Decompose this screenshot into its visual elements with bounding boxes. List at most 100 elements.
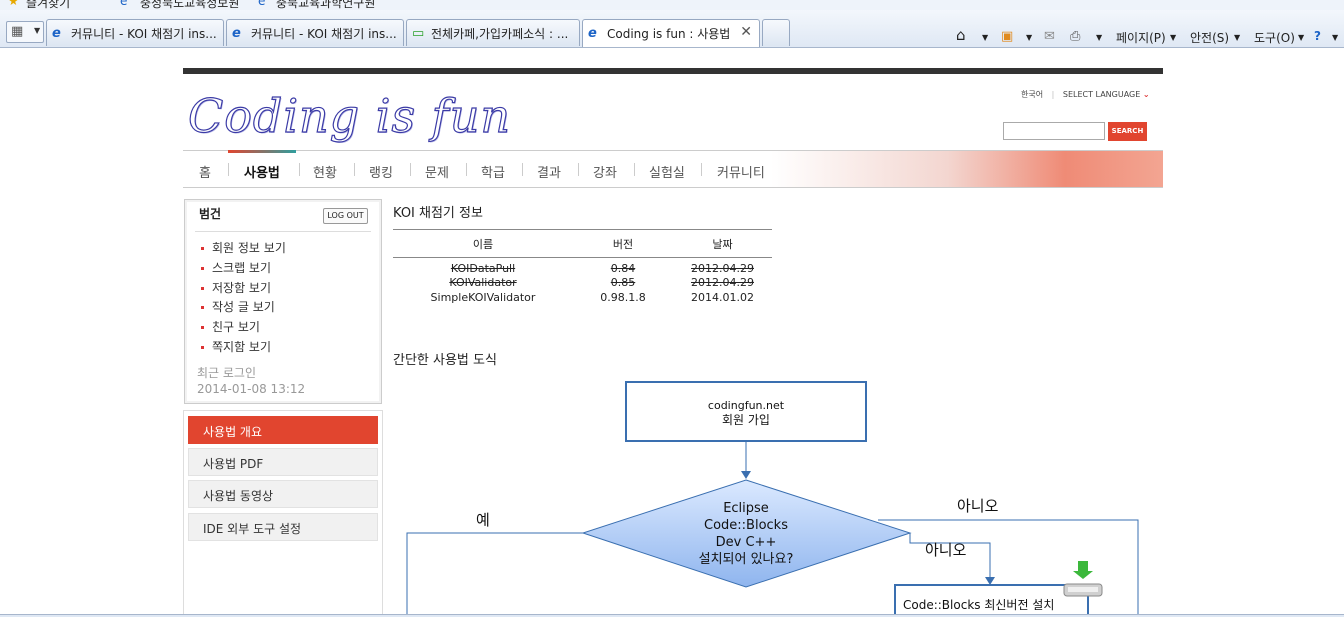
favorites-label[interactable]: 즐겨찾기: [26, 0, 70, 10]
nav-item-community[interactable]: 커뮤니티: [717, 162, 765, 181]
nav-item-results[interactable]: 결과: [537, 162, 561, 181]
nav-item-home[interactable]: 홈: [199, 162, 211, 181]
tool-version: 0.98.1.8: [600, 291, 646, 304]
bullet-icon: [201, 326, 204, 329]
site-logo[interactable]: Coding is fun: [187, 88, 511, 143]
side-menu-item-video[interactable]: 사용법 동영상: [188, 480, 378, 508]
close-tab-icon[interactable]: ✕: [740, 24, 752, 40]
saved-link[interactable]: 저장함 보기: [201, 279, 271, 296]
chevron-down-icon[interactable]: ▼: [982, 33, 988, 42]
decision-line: Eclipse: [723, 501, 769, 516]
search-input[interactable]: [1003, 122, 1105, 140]
search-button[interactable]: SEARCH: [1108, 122, 1147, 141]
browser-tab-bar: ▦ ▼ e 커뮤니티 - KOI 채점기 ins... e 커뮤니티 - KOI…: [0, 10, 1344, 48]
chevron-down-icon[interactable]: ▼: [1026, 33, 1032, 42]
bullet-icon: [201, 247, 204, 250]
column-header: 버전: [573, 229, 673, 258]
main-nav: 홈 사용법 현황 랭킹 문제 학급 결과 강좌 실험실 커뮤니티: [183, 150, 1163, 188]
tool-name-link[interactable]: KOIValidator: [393, 275, 573, 290]
language-selector[interactable]: 한국어 | SELECT LANGUAGE ⌄: [1021, 89, 1150, 100]
nav-item-class[interactable]: 학급: [481, 162, 505, 181]
bullet-icon: [201, 346, 204, 349]
decision-diamond: [581, 479, 912, 588]
table-row: KOIDataPull 0.84 2012.04.29: [393, 258, 772, 275]
decision-line: Dev C++: [716, 535, 777, 550]
quick-tabs-icon: ▦: [11, 24, 24, 39]
home-icon[interactable]: ⌂: [956, 26, 966, 44]
browser-tab[interactable]: ▭ 전체카페,가입카페소식 : ...: [406, 19, 580, 46]
favorite-link-2[interactable]: 충북교육과학연구원: [276, 0, 375, 10]
browser-tab[interactable]: e 커뮤니티 - KOI 채점기 ins...: [46, 19, 224, 46]
yes-label: 예: [476, 511, 490, 529]
bullet-icon: [201, 267, 204, 270]
yes-path: [406, 532, 583, 615]
table-row: SimpleKOIValidator 0.98.1.8 2014.01.02: [393, 290, 772, 305]
nav-item-lectures[interactable]: 강좌: [593, 162, 617, 181]
friends-link[interactable]: 친구 보기: [201, 318, 260, 335]
favorite-link-1[interactable]: 충청북도교육정보원: [140, 0, 239, 10]
chevron-down-icon: ▼: [1234, 33, 1241, 42]
new-tab-button[interactable]: [762, 19, 790, 46]
table-row: KOIValidator 0.85 2012.04.29: [393, 275, 772, 290]
nav-current-indicator: [228, 150, 296, 153]
link-label: 스크랩 보기: [212, 261, 272, 275]
messages-link[interactable]: 쪽지함 보기: [201, 338, 271, 355]
browser-tab-active[interactable]: e Coding is fun : 사용법 ✕: [582, 19, 760, 47]
logout-button[interactable]: LOG OUT: [323, 208, 368, 224]
page-menu-button[interactable]: 페이지(P): [1116, 29, 1166, 46]
nav-separator: [578, 163, 579, 176]
star-icon[interactable]: ★: [8, 0, 19, 8]
print-icon[interactable]: ⎙: [1070, 29, 1080, 44]
link-label: 친구 보기: [212, 320, 260, 334]
recent-login-label: 최근 로그인: [197, 366, 257, 380]
safety-menu-button[interactable]: 안전(S): [1190, 29, 1229, 46]
chevron-down-icon: ⌄: [1142, 90, 1150, 99]
tool-date: 2012.04.29: [691, 276, 754, 289]
side-menu-item-pdf[interactable]: 사용법 PDF: [188, 448, 378, 476]
nav-separator: [701, 163, 702, 176]
ie-page-icon: e: [120, 0, 128, 8]
cafe-icon: ▭: [412, 26, 425, 41]
decision-line: 설치되어 있나요?: [699, 552, 794, 567]
nav-item-status[interactable]: 현황: [313, 162, 337, 181]
tab-label: 커뮤니티 - KOI 채점기 ins...: [251, 27, 397, 41]
chevron-down-icon: ▼: [1170, 33, 1177, 42]
my-posts-link[interactable]: 작성 글 보기: [201, 298, 275, 315]
side-menu-item-overview[interactable]: 사용법 개요: [188, 416, 378, 444]
divider: [195, 231, 371, 232]
chevron-down-icon: ▼: [34, 26, 41, 35]
mail-icon[interactable]: ✉: [1044, 29, 1055, 44]
nav-separator: [522, 163, 523, 176]
nav-item-usage[interactable]: 사용법: [244, 162, 280, 181]
no-label-1: 아니오: [957, 497, 999, 515]
nav-separator: [466, 163, 467, 176]
nav-item-lab[interactable]: 실험실: [649, 162, 685, 181]
arrow-head: [741, 471, 751, 479]
link-label: 작성 글 보기: [212, 300, 275, 314]
member-info-link[interactable]: 회원 정보 보기: [201, 239, 286, 256]
help-icon[interactable]: ?: [1314, 29, 1321, 43]
section-title: KOI 채점기 정보: [393, 206, 483, 221]
rss-feed-icon[interactable]: ▣: [1001, 29, 1013, 44]
quick-tabs-button[interactable]: ▦ ▼: [6, 21, 44, 43]
scrap-link[interactable]: 스크랩 보기: [201, 259, 271, 276]
nav-item-ranking[interactable]: 랭킹: [369, 162, 393, 181]
signup-line1: codingfun.net: [708, 399, 785, 412]
browser-tab[interactable]: e 커뮤니티 - KOI 채점기 ins...: [226, 19, 404, 46]
chevron-down-icon[interactable]: ▼: [1096, 33, 1102, 42]
login-box: 범건 LOG OUT 회원 정보 보기 스크랩 보기 저장함 보기 작성 글 보…: [184, 199, 382, 404]
nav-item-problems[interactable]: 문제: [425, 162, 449, 181]
tool-name-link[interactable]: SimpleKOIValidator: [393, 290, 573, 305]
side-menu-item-ide-tools[interactable]: IDE 외부 도구 설정: [188, 513, 378, 541]
decision-line: Code::Blocks: [704, 518, 788, 533]
nav-separator: [410, 163, 411, 176]
current-language: 한국어: [1021, 90, 1044, 99]
tools-menu-button[interactable]: 도구(O): [1254, 29, 1295, 46]
tool-version: 0.85: [610, 276, 636, 289]
tool-name-link[interactable]: KOIDataPull: [393, 258, 573, 275]
link-label: 저장함 보기: [212, 281, 272, 295]
ie-page-icon: e: [258, 0, 266, 8]
bullet-icon: [201, 287, 204, 290]
usage-flow-diagram: codingfun.net 회원 가입 Eclipse Code::Blocks…: [406, 381, 1139, 615]
user-name: 범건: [199, 207, 222, 221]
